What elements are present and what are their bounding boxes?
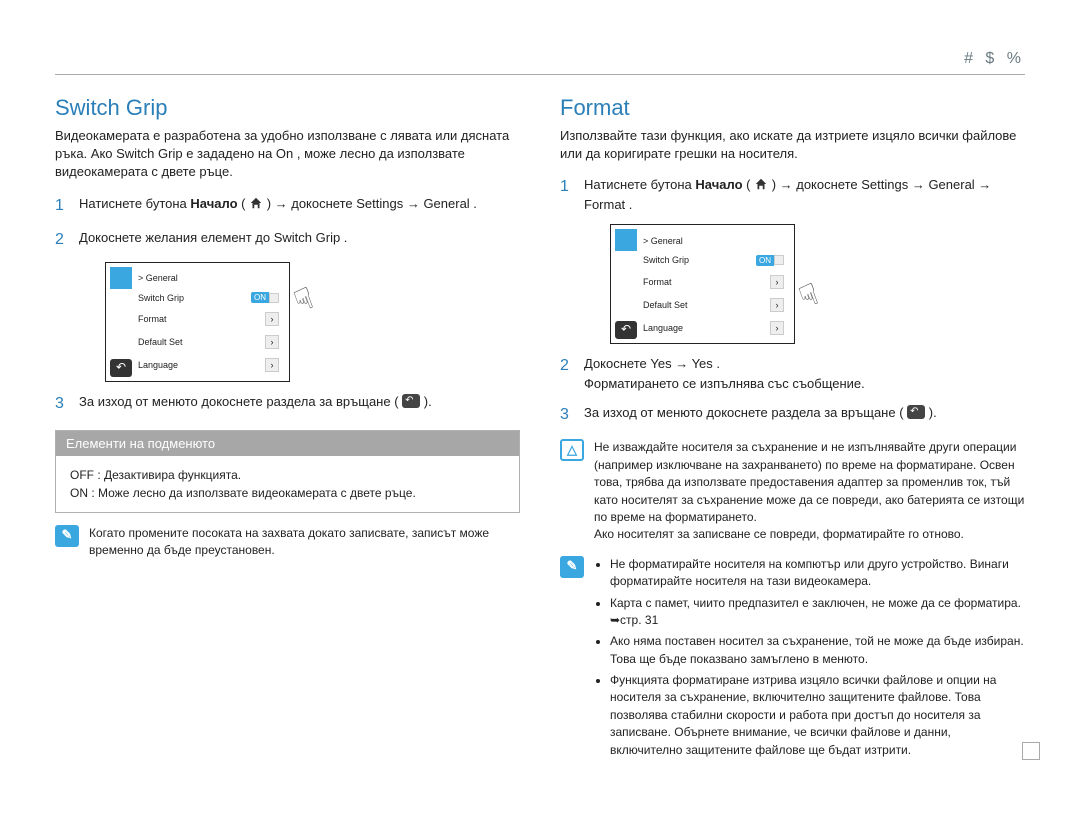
step-text: Форматирането се изпълнява със съобщение… — [584, 374, 1025, 394]
step-text: ) → докоснете Settings → General . — [263, 196, 477, 211]
back-icon: ↶ — [110, 359, 132, 377]
back-icon: ↶ — [615, 321, 637, 339]
menu-screenshot: ↶ > General Switch Grip ON Format › Defau… — [105, 262, 290, 382]
on-label: ON — [756, 255, 774, 266]
label-home: Начало — [695, 177, 742, 192]
step-number: 3 — [55, 392, 69, 416]
submenu-on: ON : Може лесно да използвате видеокамер… — [70, 484, 505, 502]
list-item: Ако няма поставен носител за съхранение,… — [610, 633, 1025, 668]
hand-pointer-icon: ☟ — [794, 277, 823, 316]
home-icon — [754, 177, 768, 191]
home-icon — [249, 196, 263, 210]
hand-pointer-icon: ☟ — [289, 280, 318, 319]
menu-item: Language — [138, 360, 178, 370]
chevron-right-icon: › — [265, 312, 279, 326]
step-number: 2 — [560, 354, 574, 393]
right-column: Format Използвайте тази функция, ако иск… — [560, 95, 1025, 763]
list-item: Карта с памет, чиито предпазител е заклю… — [610, 595, 1025, 630]
step-2: 2 Докоснете Yes → Yes . Форматирането се… — [560, 354, 1025, 393]
menu-breadcrumb: > General — [643, 236, 683, 246]
on-label: ON — [251, 292, 269, 303]
step-text: Докоснете Yes → Yes . — [584, 354, 1025, 374]
label-home: Начало — [190, 196, 237, 211]
list-item: Функцията форматиране изтрива изцяло вси… — [610, 672, 1025, 759]
menu-item: Switch Grip — [138, 293, 184, 303]
step-number: 2 — [55, 228, 69, 252]
section-title-switch-grip: Switch Grip — [55, 95, 520, 121]
info-icon: ✎ — [55, 525, 79, 547]
chevron-right-icon: › — [265, 358, 279, 372]
chevron-right-icon: › — [770, 321, 784, 335]
step-text: ( — [238, 196, 250, 211]
submenu-header: Елементи на подменюто — [56, 431, 519, 456]
menu-breadcrumb: > General — [138, 273, 178, 283]
menu-item: Language — [643, 323, 683, 333]
step-text: ). — [925, 405, 937, 420]
step-3: 3 За изход от менюто докоснете раздела з… — [560, 403, 1025, 427]
info-icon: ✎ — [560, 556, 584, 578]
step-2: 2 Докоснете желания елемент до Switch Gr… — [55, 228, 520, 252]
note-text: Не изваждайте носителя за съхранение и н… — [594, 439, 1025, 543]
step-number: 1 — [55, 194, 69, 218]
menu-home-tile — [615, 229, 637, 251]
step-text: За изход от менюто докоснете раздела за … — [584, 405, 907, 420]
on-toggle: ON — [756, 255, 784, 266]
intro-text: Видеокамерата е разработена за удобно из… — [55, 127, 520, 182]
step-text: За изход от менюто докоснете раздела за … — [79, 394, 402, 409]
left-column: Switch Grip Видеокамерата е разработена … — [55, 95, 520, 763]
page-number — [1022, 742, 1040, 763]
warning-icon: △ — [560, 439, 584, 461]
back-icon — [907, 405, 925, 419]
chevron-right-icon: › — [770, 275, 784, 289]
step-number: 1 — [560, 175, 574, 214]
menu-screenshot: ↶ > General Switch Grip ON Format › Defau… — [610, 224, 795, 344]
submenu-off: OFF : Дезактивира функцията. — [70, 466, 505, 484]
intro-text: Използвайте тази функция, ако искате да … — [560, 127, 1025, 163]
step-text: Натиснете бутона — [584, 177, 695, 192]
info-note: ✎ Не форматирайте носителя на компютър и… — [560, 556, 1025, 763]
chapter-header: # $ % — [55, 50, 1025, 75]
step-text: ). — [420, 394, 432, 409]
menu-home-tile — [110, 267, 132, 289]
list-item: Не форматирайте носителя на компютър или… — [610, 556, 1025, 591]
chevron-right-icon: › — [770, 298, 784, 312]
info-list: Не форматирайте носителя на компютър или… — [594, 556, 1025, 759]
menu-item: Switch Grip — [643, 255, 689, 265]
menu-item: Format — [643, 277, 672, 287]
menu-item: Default Set — [643, 300, 688, 310]
submenu-items-box: Елементи на подменюто OFF : Дезактивира … — [55, 430, 520, 513]
step-text: Докоснете желания елемент до Switch Grip… — [79, 228, 520, 252]
note-text: Когато промените посоката на захвата док… — [89, 525, 520, 560]
step-text: ( — [743, 177, 755, 192]
on-toggle: ON — [251, 292, 279, 303]
step-number: 3 — [560, 403, 574, 427]
menu-item: Default Set — [138, 337, 183, 347]
step-1: 1 Натиснете бутона Начало ( ) → докоснет… — [560, 175, 1025, 214]
chevron-right-icon: › — [265, 335, 279, 349]
step-3: 3 За изход от менюто докоснете раздела з… — [55, 392, 520, 416]
back-icon — [402, 394, 420, 408]
warning-note: △ Не изваждайте носителя за съхранение и… — [560, 439, 1025, 543]
info-note: ✎ Когато промените посоката на захвата д… — [55, 525, 520, 560]
menu-item: Format — [138, 314, 167, 324]
step-1: 1 Натиснете бутона Начало ( ) → докоснет… — [55, 194, 520, 218]
step-text: Натиснете бутона — [79, 196, 190, 211]
section-title-format: Format — [560, 95, 1025, 121]
